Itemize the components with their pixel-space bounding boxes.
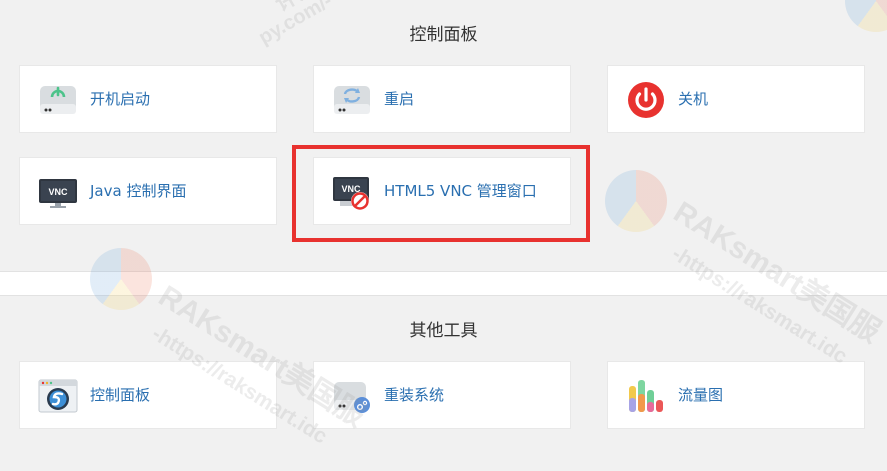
traffic-graph-label: 流量图 <box>678 386 724 404</box>
traffic-graph-card[interactable]: 流量图 <box>607 361 865 429</box>
restart-card[interactable]: 重启 <box>313 65 571 133</box>
shutdown-label: 关机 <box>678 90 709 108</box>
control-panel-window-icon <box>38 376 78 416</box>
restart-drive-icon <box>332 80 372 120</box>
control-panel-card[interactable]: 控制面板 <box>19 361 277 429</box>
section-title-control-panel: 控制面板 <box>409 25 478 45</box>
java-console-label: Java 控制界面 <box>90 182 187 200</box>
html5-vnc-label: HTML5 VNC 管理窗口 <box>384 182 537 200</box>
traffic-bars-icon <box>626 376 666 416</box>
html5-vnc-card[interactable]: VNC HTML5 VNC 管理窗口 <box>313 157 571 225</box>
java-console-card[interactable]: VNC Java 控制界面 <box>19 157 277 225</box>
svg-text:VNC: VNC <box>48 187 68 197</box>
section-divider <box>0 271 887 296</box>
reinstall-label: 重装系统 <box>384 386 445 404</box>
other-tools-section: 其他工具 控制面板 重装系统 流量图 <box>0 296 887 471</box>
vnc-disabled-monitor-icon: VNC <box>332 172 372 212</box>
restart-label: 重启 <box>384 90 415 108</box>
power-on-card[interactable]: 开机启动 <box>19 65 277 133</box>
shutdown-card[interactable]: 关机 <box>607 65 865 133</box>
reinstall-card[interactable]: 重装系统 <box>313 361 571 429</box>
section-title-other-tools: 其他工具 <box>409 321 478 341</box>
power-on-drive-icon <box>38 80 78 120</box>
shutdown-icon <box>626 80 666 120</box>
control-panel-section: 控制面板 开机启动 重启 关机 VNC Java 控制界面 VNC HTML5 … <box>0 0 887 271</box>
vnc-monitor-icon: VNC <box>38 172 78 212</box>
power-on-label: 开机启动 <box>90 90 151 108</box>
control-panel-label: 控制面板 <box>90 386 151 404</box>
reinstall-drive-icon <box>332 376 372 416</box>
